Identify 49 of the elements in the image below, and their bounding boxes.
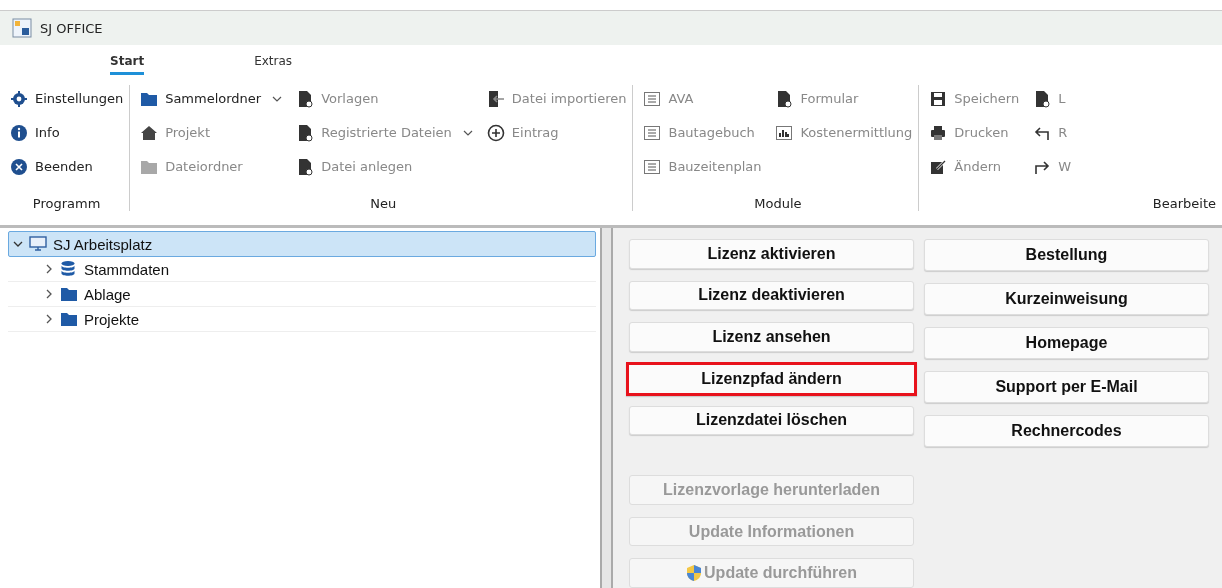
tree-item[interactable]: Projekte — [8, 307, 596, 332]
group-label: Neu — [369, 195, 398, 211]
group-label: Programm — [31, 195, 102, 211]
computer-icon — [29, 236, 47, 252]
database-icon — [60, 260, 78, 278]
document-icon — [296, 123, 315, 142]
printer-icon — [929, 123, 948, 142]
splitter[interactable] — [600, 228, 613, 588]
tree-item[interactable]: SJ Arbeitsplatz — [8, 231, 596, 257]
group-label: Module — [753, 195, 803, 211]
chevron-right-icon — [44, 289, 54, 299]
panel-button[interactable]: Support per E-Mail — [924, 371, 1209, 403]
group-label: Bearbeite — [1151, 195, 1216, 211]
panel-button[interactable]: Lizenz aktivieren — [629, 239, 914, 269]
save-icon — [929, 89, 948, 108]
ribbon-tab[interactable]: Extras — [254, 49, 293, 75]
panel-button[interactable]: Rechnercodes — [924, 415, 1209, 447]
chevron-down-icon — [13, 239, 23, 249]
folder-icon — [60, 286, 78, 302]
panel-button[interactable]: Lizenz ansehen — [629, 322, 914, 352]
add-icon — [486, 123, 505, 142]
edit-icon — [929, 157, 948, 176]
info-icon — [10, 123, 28, 142]
house-icon — [140, 123, 159, 142]
ribbon-item[interactable]: Info — [10, 119, 124, 146]
close-icon — [10, 157, 28, 176]
import-icon — [486, 89, 505, 108]
panel-button[interactable]: Lizenz deaktivieren — [629, 280, 914, 311]
ribbon-item[interactable]: Sammelordner — [140, 85, 283, 112]
chevron-right-icon — [44, 314, 54, 324]
chevron-right-icon — [44, 264, 54, 274]
chart-icon — [775, 123, 794, 142]
panel-button[interactable]: Homepage — [924, 327, 1209, 359]
panel-button[interactable]: Kurzeinweisung — [924, 283, 1209, 315]
document-icon — [1033, 89, 1052, 108]
panel-button[interactable]: Lizenzpfad ändern — [626, 361, 917, 396]
ribbon-item[interactable]: Einstellungen — [10, 85, 124, 112]
window-title: SJ OFFICE — [40, 20, 103, 36]
panel-button[interactable]: Bestellung — [924, 239, 1209, 271]
panel-button[interactable]: Lizenzdatei löschen — [629, 405, 914, 436]
tree-item[interactable]: Ablage — [8, 282, 596, 307]
document-icon — [296, 89, 315, 108]
ribbon-item[interactable]: Beenden — [10, 153, 124, 180]
app-icon — [12, 18, 32, 38]
document-icon — [775, 89, 794, 108]
tree-item[interactable]: Stammdaten — [8, 257, 596, 282]
ribbon-tab[interactable]: Start — [110, 49, 145, 75]
folder-icon — [60, 311, 78, 327]
document-icon — [296, 157, 315, 176]
